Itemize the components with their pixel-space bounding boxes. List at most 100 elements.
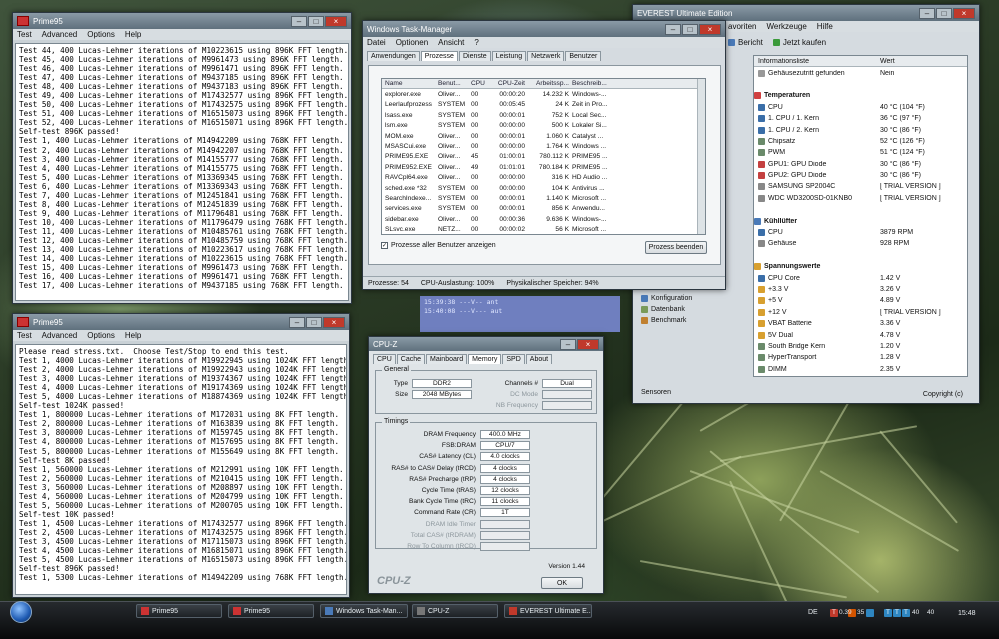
maximize-button[interactable]: □	[306, 316, 322, 328]
tab-spd[interactable]: SPD	[502, 354, 525, 364]
tray-icon[interactable]: T	[884, 609, 892, 617]
end-process-button[interactable]: Prozess beenden	[645, 241, 707, 254]
sensor-row[interactable]: +12 V [ TRIAL VERSION ]	[754, 307, 967, 318]
sensor-row[interactable]: 1. CPU / 2. Kern 30 °C (86 °F)	[754, 124, 967, 135]
tab-cpu[interactable]: CPU	[373, 354, 396, 364]
column-header[interactable]: Arbeitssp...	[528, 80, 572, 87]
process-row[interactable]: SearchIndexe... SYSTEM 00 00:00:01 1.140 K Mi…	[382, 193, 705, 203]
report-button[interactable]: Bericht	[728, 38, 763, 47]
tab-memory[interactable]: Memory	[468, 354, 502, 364]
menu-test[interactable]: Test	[17, 30, 32, 39]
sensor-row[interactable]: DIMM 2.35 V	[754, 364, 967, 375]
menu-help[interactable]: Help	[125, 30, 141, 39]
minimize-button[interactable]: –	[665, 23, 681, 35]
sensor-group[interactable]: Temperaturen	[754, 90, 967, 101]
menu-view[interactable]: Ansicht	[438, 38, 464, 47]
sensor-row[interactable]: 1. CPU / 1. Kern 36 °C (97 °F)	[754, 113, 967, 124]
menu-options[interactable]: Optionen	[396, 38, 428, 47]
sensor-row[interactable]	[754, 79, 967, 90]
show-all-users-checkbox[interactable]: ✓ Prozesse aller Benutzer anzeigen	[381, 242, 496, 249]
tab-about[interactable]: About	[525, 354, 553, 364]
tab-netzwerk[interactable]: Netzwerk	[527, 51, 565, 61]
menu-test[interactable]: Test	[17, 331, 32, 340]
tree-node[interactable]: Benchmark	[641, 315, 741, 326]
process-row[interactable]: explorer.exe Oliver... 00 00:00:20 14.232 KW…	[382, 89, 705, 99]
buy-now-button[interactable]: Jetzt kaufen	[772, 38, 826, 47]
taskmanager-window[interactable]: Windows Task-Manager – □ × Datei Optione…	[362, 20, 726, 290]
minimize-button[interactable]: –	[919, 7, 935, 19]
minimize-button[interactable]: –	[289, 316, 305, 328]
sensor-row[interactable]: GPU1: GPU Diode 30 °C (86 °F)	[754, 159, 967, 170]
sensor-row[interactable]: South Bridge Kern 1.20 V	[754, 341, 967, 352]
sensor-row[interactable]: WDC WD3200SD-01KNB0 [ TRIAL VERSION ]	[754, 193, 967, 204]
everest-titlebar[interactable]: EVEREST Ultimate Edition – □ ×	[633, 5, 979, 21]
cpuz-titlebar[interactable]: CPU-Z – ×	[369, 337, 603, 351]
sensor-row[interactable]: CPU Core 1.42 V	[754, 272, 967, 283]
process-row[interactable]: services.exe SYSTEM 00 00:00:01 856 K Anwendu…	[382, 204, 705, 214]
sensor-row[interactable]: PWM 51 °C (124 °F)	[754, 147, 967, 158]
start-orb-icon[interactable]	[10, 601, 32, 623]
tray-icon[interactable]: T	[830, 609, 838, 617]
close-button[interactable]: ×	[953, 7, 975, 19]
column-header[interactable]: CPU-Zeit	[491, 80, 528, 87]
menu-help[interactable]: Help	[125, 331, 141, 340]
column-header[interactable]: Benut...	[438, 80, 471, 87]
tray-icon[interactable]	[866, 609, 874, 617]
minimize-button[interactable]: –	[560, 338, 576, 350]
tab-benutzer[interactable]: Benutzer	[565, 51, 602, 61]
process-list[interactable]: Name Benut... CPU CPU-Zeit Arbeitssp... Besch…	[381, 78, 706, 235]
process-row[interactable]: PRIME952.EXE Oliver... 49 01:01:01 780.184 K…	[382, 162, 705, 172]
sensor-row[interactable]: +3.3 V 3.26 V	[754, 284, 967, 295]
sensor-row[interactable]: SAMSUNG SP2004C [ TRIAL VERSION ]	[754, 181, 967, 192]
taskbar-button[interactable]: Prime95	[136, 604, 222, 618]
tab-cache[interactable]: Cache	[396, 354, 426, 364]
column-header-value[interactable]: Wert	[878, 58, 967, 65]
sensor-row[interactable]: Gehäuse 928 RPM	[754, 238, 967, 249]
sensor-row[interactable]	[754, 250, 967, 261]
sensor-group[interactable]: Kühllüfter	[754, 215, 967, 226]
process-row[interactable]: sidebar.exe Oliver... 00 00:00:36 9.636 K Win…	[382, 214, 705, 224]
sensor-row[interactable]	[754, 204, 967, 215]
close-button[interactable]: ×	[699, 23, 721, 35]
tray-icon[interactable]: T	[893, 609, 901, 617]
menu-file[interactable]: Datei	[367, 38, 386, 47]
sensor-row[interactable]: CPU 3879 RPM	[754, 227, 967, 238]
prime95-titlebar[interactable]: Prime95 – □ ×	[13, 314, 349, 330]
column-header[interactable]: Beschreib...	[572, 80, 614, 87]
process-row[interactable]: lsm.exe SYSTEM 00 00:00:00 500 K Lokaler Si..…	[382, 121, 705, 131]
process-row[interactable]: lsass.exe SYSTEM 00 00:00:01 752 K Local Sec.…	[382, 110, 705, 120]
everest-info-list[interactable]: Informationsliste Wert Gehäusezutritt ge…	[753, 55, 968, 377]
close-button[interactable]: ×	[323, 316, 345, 328]
prime95-log[interactable]: Please read stress.txt. Choose Test/Stop…	[15, 344, 347, 595]
ok-button[interactable]: OK	[541, 577, 583, 589]
column-header[interactable]: CPU	[471, 80, 491, 87]
taskmanager-titlebar[interactable]: Windows Task-Manager – □ ×	[363, 21, 725, 37]
maximize-button[interactable]: □	[308, 15, 324, 27]
column-header[interactable]: Name	[382, 80, 438, 87]
maximize-button[interactable]: □	[682, 23, 698, 35]
process-row[interactable]: PRIME95.EXE Oliver... 45 01:00:01 780.112 KP…	[382, 152, 705, 162]
taskbar-button[interactable]: EVEREST Ultimate E...	[504, 604, 592, 618]
sensor-row[interactable]: VBAT Batterie 3.36 V	[754, 318, 967, 329]
sensor-row[interactable]: 5V Dual 4.78 V	[754, 329, 967, 340]
prime95-log[interactable]: Test 44, 400 Lucas-Lehmer iterations of …	[15, 43, 349, 301]
menu-help[interactable]: Hilfe	[817, 22, 833, 31]
process-row[interactable]: sched.exe *32 SYSTEM 00 00:00:00 104 K Antivi…	[382, 183, 705, 193]
tab-prozesse[interactable]: Prozesse	[420, 51, 458, 61]
close-button[interactable]: ×	[577, 338, 599, 350]
taskbar-button[interactable]: CPU-Z	[412, 604, 498, 618]
sensor-group[interactable]: Spannungswerte	[754, 261, 967, 272]
maximize-button[interactable]: □	[936, 7, 952, 19]
sensor-row[interactable]: GPU2: GPU Diode 30 °C (86 °F)	[754, 170, 967, 181]
prime95-window-top[interactable]: Prime95 – □ × Test Advanced Options Help…	[12, 12, 352, 304]
tab-anwendungen[interactable]: Anwendungen	[367, 51, 420, 61]
taskbar-button[interactable]: Windows Task-Man...	[320, 604, 408, 618]
tab-leistung[interactable]: Leistung	[491, 51, 527, 61]
menu-advanced[interactable]: Advanced	[42, 30, 78, 39]
tree-node[interactable]: Datenbank	[641, 304, 741, 315]
process-row[interactable]: RAVCpl64.exe Oliver... 00 00:00:00 316 K HD A…	[382, 173, 705, 183]
menu-help[interactable]: ?	[474, 38, 478, 47]
prime95-window-bottom[interactable]: Prime95 – □ × Test Advanced Options Help…	[12, 313, 350, 598]
tray-icon[interactable]: T	[902, 609, 910, 617]
process-list-scrollbar[interactable]	[697, 79, 705, 234]
